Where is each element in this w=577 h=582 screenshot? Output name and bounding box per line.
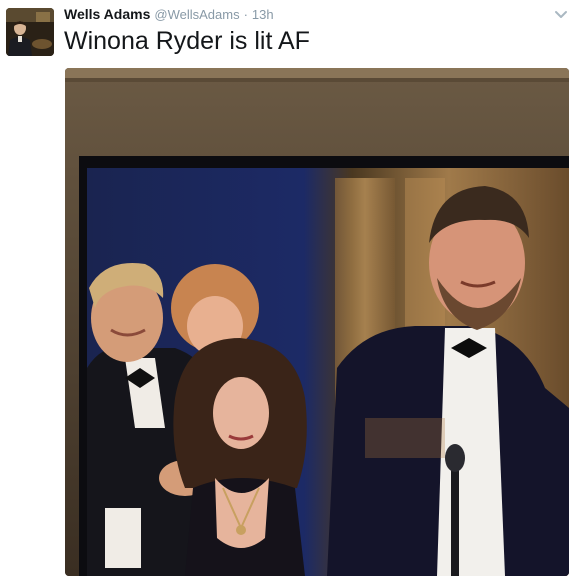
separator-dot: · — [243, 7, 248, 22]
tweet-card: Wells Adams @WellsAdams · 13h Winona Ryd… — [0, 0, 577, 582]
tweet-photo[interactable] — [65, 68, 569, 576]
author-name[interactable]: Wells Adams — [64, 6, 150, 22]
chevron-down-icon[interactable] — [553, 8, 569, 22]
author-handle[interactable]: @WellsAdams — [154, 7, 239, 22]
timestamp[interactable]: 13h — [252, 7, 274, 22]
tweet-text: Winona Ryder is lit AF — [64, 27, 310, 55]
avatar[interactable] — [6, 8, 54, 56]
tweet-header: Wells Adams @WellsAdams · 13h — [64, 6, 274, 26]
